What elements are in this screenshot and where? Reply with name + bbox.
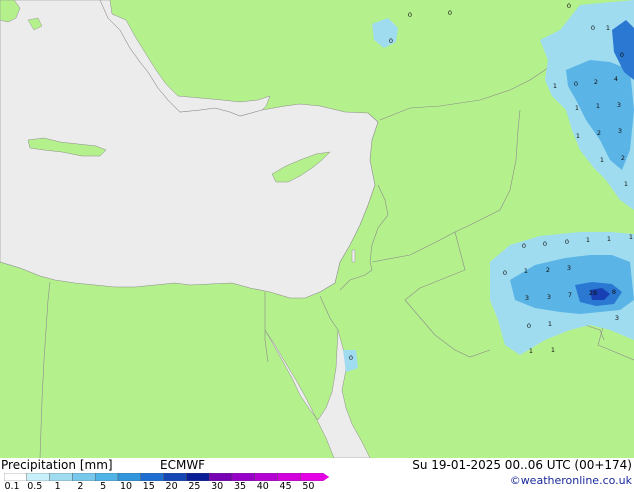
precip-value-label: 7 — [568, 291, 572, 299]
site-credit-link[interactable]: ©weatheronline.co.uk — [510, 474, 632, 487]
precip-value-label: 0 — [448, 9, 452, 17]
precip-value-label: 1 — [607, 235, 611, 243]
precip-value-label: 0 — [543, 240, 547, 248]
colorbar-tick-label: 25 — [188, 481, 201, 492]
precip-value-label: 0 — [408, 11, 412, 19]
precip-value-label: 3 — [525, 294, 529, 302]
colorbar-segment — [231, 473, 255, 481]
colorbar-tick-label: 1 — [54, 481, 61, 492]
colorbar-segment — [300, 473, 324, 481]
precip-value-label: 1 — [551, 346, 555, 354]
colorbar-segment — [277, 473, 301, 481]
colorbar-tick-label: 30 — [211, 481, 224, 492]
precip-value-label: 0 — [565, 238, 569, 246]
valid-time: Su 19-01-2025 00..06 UTC (00+174) — [412, 458, 632, 472]
colorbar-tick-label: 40 — [256, 481, 269, 492]
colorbar-segment — [94, 473, 119, 481]
precip-value-label: 3 — [617, 101, 621, 109]
model-name: ECMWF — [160, 458, 206, 472]
colorbar-segment — [4, 473, 27, 481]
precip-value-label: 1 — [606, 24, 610, 32]
precip-value-label: 1 — [548, 320, 552, 328]
precip-value-label: 1 — [524, 267, 528, 275]
precip-value-label: 0 — [349, 354, 353, 362]
precip-value-label: 1 — [575, 104, 579, 112]
colorbar-tick-label: 0.5 — [27, 481, 43, 492]
precip-value-label: 3 — [615, 314, 619, 322]
precip-value-label: 2 — [594, 78, 598, 86]
precip-value-label: 0 — [574, 80, 578, 88]
precip-value-label: 4 — [614, 75, 618, 83]
colorbar-tick-label: 10 — [119, 481, 133, 492]
colorbar-overflow-arrow — [323, 473, 330, 481]
colorbar-segment — [186, 473, 210, 481]
colorbar-segment — [72, 473, 96, 481]
colorbar-tick-label: 0.1 — [4, 481, 20, 492]
colorbar-segment — [208, 473, 233, 481]
colorbar-segment — [26, 473, 50, 481]
colorbar-tick-label: 5 — [100, 481, 107, 492]
precipitation-map: 0 0 0 0 0 1 0 1 0 2 4 1 1 3 1 2 3 1 2 1 0 0 0 1 1 1 0 1 2 3 3 3 7 28 8 3 0 1 0… — [0, 0, 634, 459]
precip-value-label: 0 — [620, 51, 624, 59]
precip-value-label: 1 — [586, 236, 590, 244]
precip-value-label: 1 — [576, 132, 580, 140]
precip-value-label: 0 — [522, 242, 526, 250]
precip-value-label: 2 — [597, 129, 601, 137]
precipitation-colorbar — [4, 473, 330, 481]
colorbar-segment — [163, 473, 187, 481]
colorbar-segment — [140, 473, 164, 481]
precip-value-label: 0 — [591, 24, 595, 32]
precip-value-label: 1 — [553, 82, 557, 90]
precip-value-label: 3 — [547, 293, 551, 301]
precip-value-label: 1 — [600, 156, 604, 164]
dead-sea — [351, 249, 356, 263]
colorbar-tick-label: 15 — [142, 481, 155, 492]
colorbar-tick-label: 50 — [302, 481, 315, 492]
map-footer: Precipitation [mm] ECMWF Su 19-01-2025 0… — [0, 458, 634, 492]
precip-value-label: 28 — [589, 289, 597, 297]
precip-value-label: 1 — [624, 180, 628, 188]
precip-value-label: 0 — [503, 269, 507, 277]
colorbar-segment — [49, 473, 73, 481]
precip-value-label: 0 — [527, 322, 531, 330]
map-title: Precipitation [mm] — [1, 458, 113, 472]
colorbar-tick-label: 2 — [77, 481, 84, 492]
colorbar-tick-label: 45 — [279, 481, 292, 492]
precip-value-label: 0 — [567, 2, 571, 10]
precip-value-label: 0 — [389, 37, 393, 45]
precip-value-label: 1 — [629, 233, 633, 241]
precip-value-label: 8 — [612, 288, 616, 296]
precip-value-label: 2 — [546, 266, 550, 274]
precip-value-label: 1 — [529, 347, 533, 355]
precip-value-label: 1 — [596, 102, 600, 110]
colorbar-tick-label: 20 — [165, 481, 178, 492]
precip-value-label: 2 — [621, 154, 625, 162]
colorbar-segment — [117, 473, 141, 481]
precip-value-label: 3 — [618, 127, 622, 135]
precip-value-label: 3 — [567, 264, 571, 272]
colorbar-tick-label: 35 — [233, 481, 247, 492]
colorbar-segment — [254, 473, 278, 481]
